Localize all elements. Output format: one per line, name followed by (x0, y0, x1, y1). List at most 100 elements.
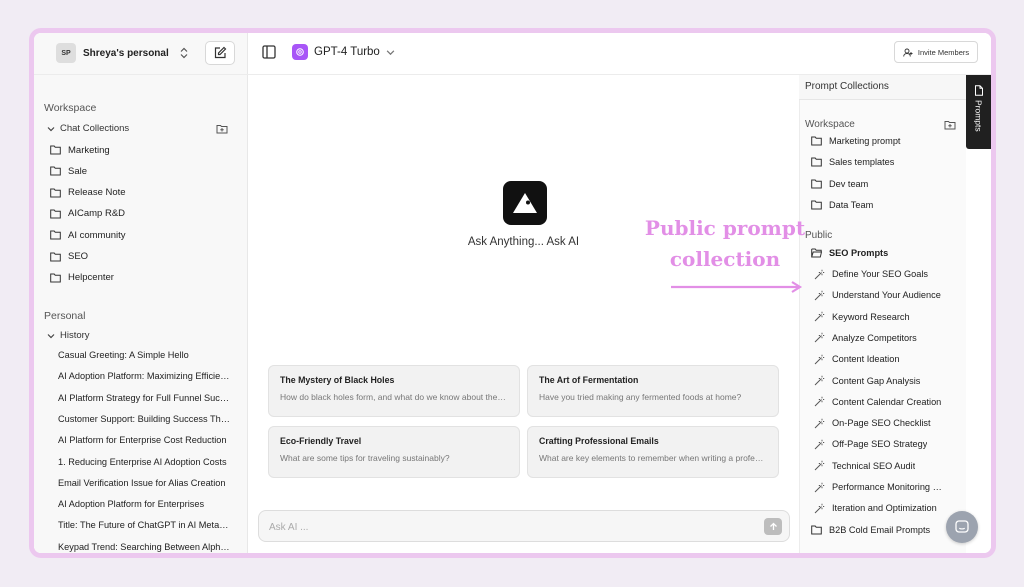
folder-open-icon (811, 248, 822, 258)
prompt-item[interactable]: Off-Page SEO Strategy (814, 437, 927, 451)
chevron-down-icon (47, 333, 55, 338)
sidebar-folder[interactable]: Release Note (50, 186, 126, 200)
history-item[interactable]: Email Verification Issue for Alias Creat… (58, 478, 230, 488)
suggestion-subtitle: What are some tips for traveling sustain… (280, 453, 450, 463)
chevron-down-icon (47, 126, 55, 131)
workspace-section-title: Workspace (44, 102, 97, 114)
prompt-item[interactable]: Define Your SEO Goals (814, 267, 928, 281)
suggestion-subtitle: How do black holes form, and what do we … (280, 392, 508, 402)
prompt-item[interactable]: Technical SEO Audit (814, 459, 915, 473)
prompt-item[interactable]: Iteration and Optimization (814, 501, 937, 515)
history-item[interactable]: Casual Greeting: A Simple Hello (58, 350, 230, 360)
suggestion-card[interactable]: The Art of Fermentation Have you tried m… (527, 365, 779, 417)
suggestion-card[interactable]: The Mystery of Black Holes How do black … (268, 365, 520, 417)
history-toggle[interactable]: History (47, 330, 90, 341)
chat-main: Ask Anything... Ask AI The Mystery of Bl… (248, 75, 799, 553)
users-icon (903, 48, 913, 57)
prompt-item[interactable]: Content Gap Analysis (814, 374, 920, 388)
history-item[interactable]: AI Platform Strategy for Full Funnel Suc… (58, 393, 230, 403)
sidebar-folder[interactable]: Helpcenter (50, 271, 114, 285)
magic-wand-icon (814, 503, 825, 514)
folder-label: Helpcenter (68, 272, 114, 284)
prompts-side-tab[interactable]: Prompts (966, 75, 991, 149)
history-item[interactable]: Customer Support: Building Success Throu… (58, 414, 230, 424)
prompt-label: Off-Page SEO Strategy (832, 439, 928, 450)
prompt-label: Content Gap Analysis (832, 375, 921, 386)
sidebar-folder[interactable]: Marketing (50, 143, 110, 157)
history-item[interactable]: AI Platform for Enterprise Cost Reductio… (58, 435, 230, 445)
prompt-label: Performance Monitoring and Reporting (832, 482, 942, 492)
logo-icon (513, 193, 537, 213)
sidebar-folder[interactable]: Sale (50, 164, 87, 178)
app-logo (503, 181, 547, 225)
folder-label: SEO (68, 251, 89, 262)
chat-icon (955, 520, 969, 533)
folder-icon (50, 230, 61, 240)
folder-icon (50, 145, 61, 155)
folder-icon (50, 252, 61, 261)
sidebar-folder[interactable]: SEO (50, 250, 88, 264)
history-item[interactable]: Keypad Trend: Searching Between Alphabet… (58, 542, 230, 552)
annotation-line-2: collection (669, 247, 781, 271)
folder-label: Dev team (829, 178, 869, 189)
prompt-item[interactable]: Keyword Research (814, 310, 910, 324)
folder-b2b-cold-email[interactable]: B2B Cold Email Prompts (811, 523, 930, 537)
sidebar-toggle-icon[interactable] (262, 45, 276, 59)
history-item[interactable]: 1. Reducing Enterprise AI Adoption Costs (58, 457, 230, 467)
model-name: GPT-4 Turbo (314, 46, 380, 58)
chevron-updown-icon (180, 47, 188, 59)
send-button[interactable] (764, 518, 782, 535)
magic-wand-icon (814, 375, 825, 386)
add-folder-icon[interactable] (216, 123, 228, 135)
add-folder-icon[interactable] (944, 119, 956, 131)
annotation-text: Public prompt collection (638, 213, 812, 275)
workspace-switcher[interactable]: SP Shreya's personal (56, 42, 189, 64)
prompt-folder[interactable]: Dev team (811, 177, 868, 191)
folder-icon (50, 188, 61, 198)
suggestion-card[interactable]: Crafting Professional Emails What are ke… (527, 426, 779, 478)
prompt-folder[interactable]: Marketing prompt (811, 134, 901, 148)
prompt-item[interactable]: Analyze Competitors (814, 331, 917, 345)
prompt-item[interactable]: Performance Monitoring and Reporting (814, 480, 942, 494)
folder-icon (50, 209, 61, 219)
prompt-folder[interactable]: Sales templates (811, 155, 894, 169)
annotation-arrow-icon (671, 281, 803, 293)
folder-icon (811, 136, 822, 146)
history-item[interactable]: AI Adoption Platform for Enterprises (58, 499, 230, 509)
prompt-item[interactable]: On-Page SEO Checklist (814, 416, 931, 430)
workspace-name: Shreya's personal (83, 47, 169, 59)
prompt-item[interactable]: Understand Your Audience (814, 288, 941, 302)
suggestion-subtitle: What are key elements to remember when w… (539, 453, 767, 463)
sidebar-folder[interactable]: AICamp R&D (50, 207, 125, 221)
folder-label: Marketing (68, 144, 110, 156)
magic-wand-icon (814, 333, 825, 343)
history-item[interactable]: AI Adoption Platform: Maximizing Efficie… (58, 371, 230, 381)
folder-icon (811, 200, 822, 210)
folder-label: Sales templates (829, 157, 895, 168)
app-frame: SP Shreya's personal Workspace Chat Coll… (29, 28, 996, 558)
new-chat-button[interactable] (205, 41, 235, 65)
chat-collections-label: Chat Collections (60, 123, 130, 134)
suggestion-title: Crafting Professional Emails (539, 436, 659, 446)
prompt-folder[interactable]: Data Team (811, 198, 873, 212)
suggestion-subtitle: Have you tried making any fermented food… (539, 392, 742, 402)
invite-members-button[interactable]: Invite Members (894, 41, 978, 63)
chat-collections-toggle[interactable]: Chat Collections (47, 123, 129, 134)
prompt-label: Content Ideation (832, 354, 900, 365)
annotation-line-1: Public prompt (644, 216, 806, 240)
ask-input[interactable] (269, 519, 729, 535)
support-chat-button[interactable] (946, 511, 978, 543)
folder-icon (811, 179, 822, 189)
magic-wand-icon (814, 397, 825, 407)
history-item[interactable]: Title: The Future of ChatGPT in AI Meta … (58, 520, 230, 530)
ask-box (258, 510, 790, 542)
suggestion-card[interactable]: Eco-Friendly Travel What are some tips f… (268, 426, 520, 478)
model-selector[interactable]: GPT-4 Turbo (292, 44, 395, 60)
openai-icon (292, 44, 308, 60)
open-folder-seo-prompts[interactable]: SEO Prompts (811, 246, 888, 260)
prompt-label: Understand Your Audience (832, 290, 941, 301)
magic-wand-icon (814, 311, 825, 322)
prompt-item[interactable]: Content Calendar Creation (814, 395, 941, 409)
prompt-item[interactable]: Content Ideation (814, 352, 899, 366)
sidebar-folder[interactable]: AI community (50, 228, 126, 242)
